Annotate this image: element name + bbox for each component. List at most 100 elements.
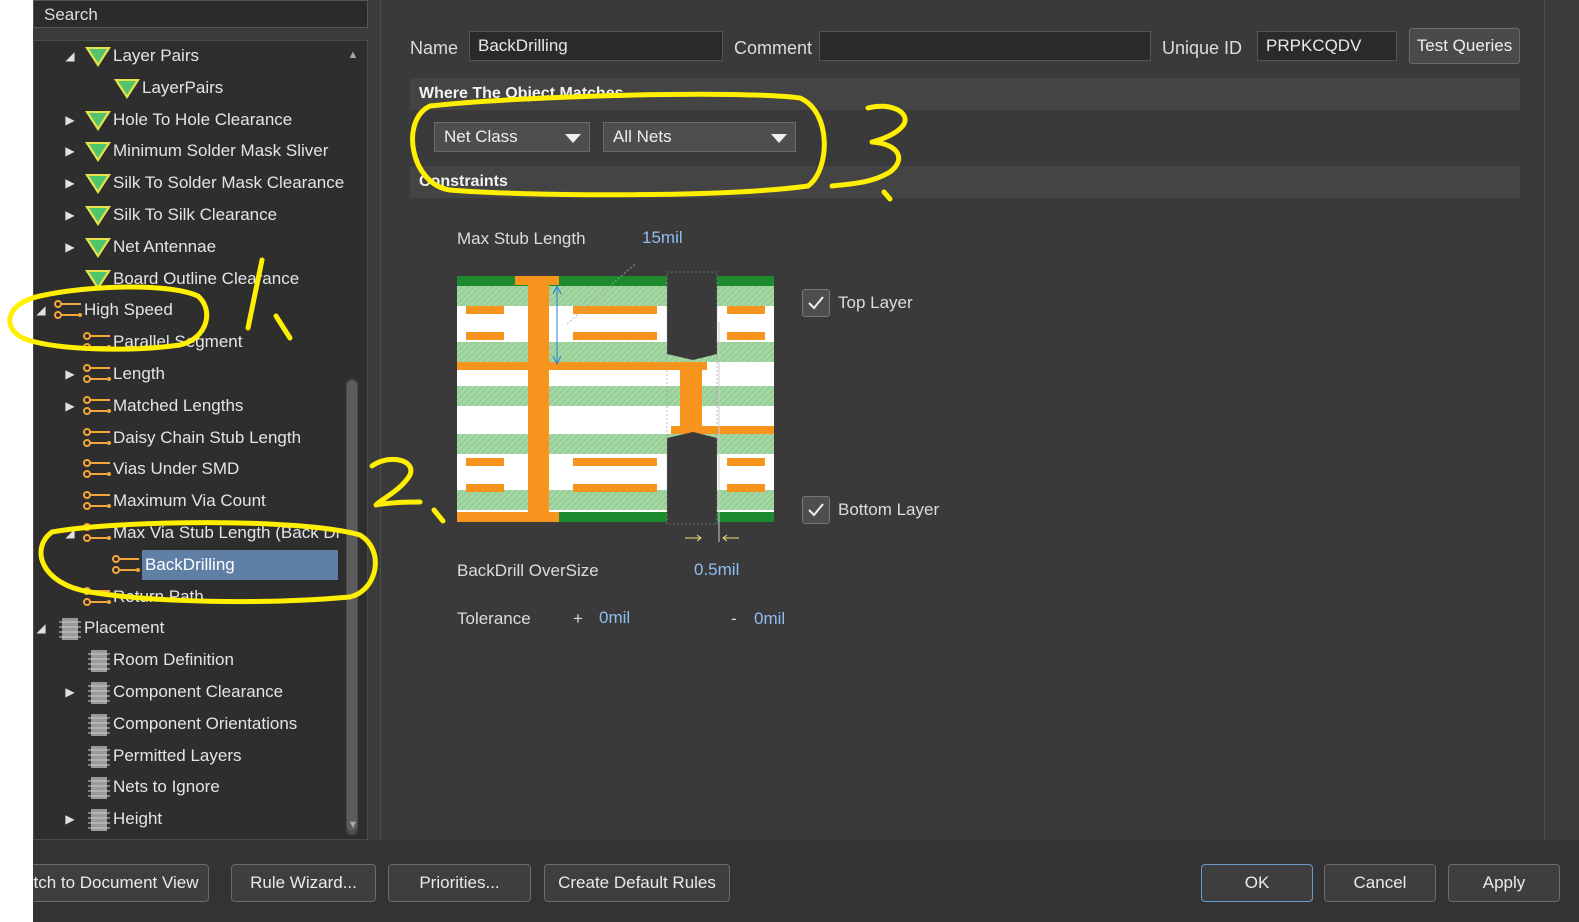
constraints-section-header: Constraints [410,166,1520,198]
tree-item[interactable]: BackDrilling [34,549,344,580]
rule-tree: ▲ ▼ ◢ Layer Pairs LayerPairs ▶ Hole To Hole … [33,40,368,840]
collapse-arrow-icon[interactable]: ◢ [35,613,47,643]
tree-item[interactable]: ◢ High Speed [34,295,344,325]
max-stub-length-label: Max Stub Length [457,229,586,248]
tree-item[interactable]: Component Orientations [34,709,344,739]
tree-item[interactable]: Board Outline Clearance [34,264,344,294]
name-field[interactable]: BackDrilling [469,31,723,61]
comment-field[interactable] [819,31,1151,61]
backdrill-oversize-label: BackDrill OverSize [457,561,599,580]
tree-item-label: Return Path [113,586,204,606]
expand-arrow-icon[interactable]: ▶ [64,105,76,135]
tree-item-label: Parallel Segment [113,332,243,352]
tree-item[interactable]: ◢ Max Via Stub Length (Back Dr [34,518,344,548]
scroll-down-icon[interactable]: ▼ [346,819,360,831]
placement-icon [83,649,113,673]
scroll-up-icon[interactable]: ▲ [346,49,360,61]
max-stub-length-value[interactable]: 15mil [642,228,683,248]
priorities-button[interactable]: Priorities... [388,864,531,902]
apply-button[interactable]: Apply [1448,864,1560,902]
tree-item[interactable]: ▶ Silk To Silk Clearance [34,200,344,230]
tree-item[interactable]: Parallel Segment [34,327,344,357]
scope-dropdown[interactable]: Net Class [434,122,590,152]
expand-arrow-icon[interactable]: ▶ [64,391,76,421]
tree-item[interactable]: ◢ Layer Pairs [34,41,344,71]
high-speed-icon [83,363,113,385]
rule-icon [83,236,113,258]
tree-item[interactable]: ▶ Height [34,804,344,834]
rule-icon [112,77,142,99]
tree-item-label: Daisy Chain Stub Length [113,427,302,447]
expand-arrow-icon[interactable]: ▶ [64,677,76,707]
tree-item[interactable]: ◢ Placement [34,613,344,643]
tree-item-label: Length [113,364,165,383]
backdrill-stackup-diagram [457,263,774,542]
unique-id-field[interactable]: PRPKCQDV [1257,31,1397,61]
placement-icon [83,808,113,832]
ok-button[interactable]: OK [1201,864,1313,902]
high-speed-icon [83,395,113,417]
tree-item[interactable]: Maximum Via Count [34,486,344,516]
tree-item[interactable]: ▶ Net Antennae [34,232,344,262]
high-speed-icon [83,522,113,544]
tree-item[interactable]: ▶ Matched Lengths [34,391,344,421]
tree-item[interactable]: Room Definition [34,645,344,675]
tree-item[interactable]: Permitted Layers [34,741,344,771]
tree-item-label: Component Clearance [113,682,284,701]
collapse-arrow-icon[interactable]: ◢ [35,295,47,325]
tolerance-minus-value[interactable]: 0mil [754,609,785,629]
expand-arrow-icon[interactable]: ▶ [64,136,76,166]
expand-arrow-icon[interactable]: ▶ [64,359,76,389]
switch-to-document-view-button[interactable]: tch to Document View [33,864,209,902]
tree-item-label: Placement [84,618,165,638]
scope-dropdown-value: Net Class [444,127,518,146]
create-default-rules-button[interactable]: Create Default Rules [544,864,730,902]
tree-scrollbar-thumb[interactable] [347,381,357,831]
name-label: Name [410,38,459,58]
dialog-button-bar: tch to Document View Rule Wizard... Prio… [33,840,1579,922]
tree-item[interactable]: LayerPairs [34,73,344,103]
expand-arrow-icon[interactable]: ▶ [64,200,76,230]
expand-arrow-icon[interactable]: ▶ [64,168,76,198]
top-layer-checkbox[interactable] [802,289,830,317]
tree-item[interactable]: ▶ Length [34,359,344,389]
tree-item[interactable]: ▶ Component Clearance [34,677,344,707]
where-section-header: Where The Object Matches [410,78,1520,110]
target-dropdown[interactable]: All Nets [603,122,796,152]
tree-item-label: Component Orientations [113,713,298,733]
tree-item[interactable]: ▶ Hole To Hole Clearance [34,105,344,135]
rule-wizard-button[interactable]: Rule Wizard... [231,864,376,902]
backdrill-oversize-value[interactable]: 0.5mil [694,560,739,580]
collapse-arrow-icon[interactable]: ◢ [64,41,76,71]
tree-item-label: Permitted Layers [113,745,242,765]
cancel-button[interactable]: Cancel [1324,864,1436,902]
tree-item[interactable]: Daisy Chain Stub Length [34,423,344,453]
tree-item[interactable]: Vias Under SMD [34,454,344,484]
tree-item[interactable]: ▶ Minimum Solder Mask Sliver [34,136,344,166]
high-speed-icon [83,331,113,353]
tree-item-label: Vias Under SMD [113,459,240,479]
tree-item-label: Room Definition [113,650,234,670]
tree-item[interactable]: Return Path [34,582,344,612]
placement-icon [83,713,113,736]
tolerance-plus-value[interactable]: 0mil [599,608,630,628]
tree-item[interactable]: ▶ Silk To Solder Mask Clearance [34,168,344,198]
high-speed-icon [83,458,113,480]
test-queries-button[interactable]: Test Queries [1409,28,1520,64]
tree-item-label: Minimum Solder Mask Sliver [113,141,329,161]
placement-icon [83,681,113,704]
top-layer-label: Top Layer [838,293,913,312]
expand-arrow-icon[interactable]: ▶ [64,232,76,262]
high-speed-icon [83,490,113,512]
collapse-arrow-icon[interactable]: ◢ [64,518,76,548]
search-input[interactable]: Search [33,0,368,28]
rule-icon [83,109,113,131]
tree-item-label: Nets to Ignore [113,777,220,797]
tree-item-label: Net Antennae [113,236,217,256]
bottom-layer-checkbox[interactable] [802,496,830,524]
rule-icon [83,45,113,67]
expand-arrow-icon[interactable]: ▶ [64,804,76,834]
placement-icon [54,617,84,641]
placement-icon [83,776,113,800]
tree-item[interactable]: Nets to Ignore [34,772,344,802]
